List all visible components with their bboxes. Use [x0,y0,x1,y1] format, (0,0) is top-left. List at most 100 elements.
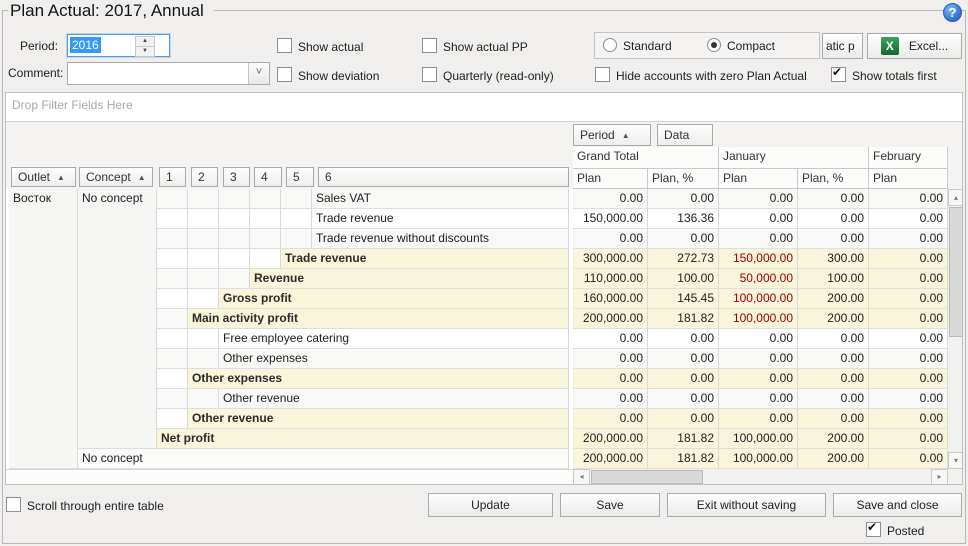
compact-radio[interactable]: Compact [707,38,775,53]
value-cell[interactable]: 0.00 [869,269,948,289]
value-cell[interactable]: 100.00 [648,269,719,289]
value-cell[interactable]: 0.00 [869,229,948,249]
value-cell[interactable]: 272.73 [648,249,719,269]
value-cell[interactable]: 0.00 [648,349,719,369]
posted-checkbox[interactable]: Posted [866,522,924,538]
comment-combobox[interactable]: ˅ [67,62,270,85]
value-cell[interactable]: 181.82 [648,429,719,449]
value-cell[interactable]: 200,000.00 [573,309,648,329]
value-cell[interactable]: 0.00 [573,229,648,249]
exit-without-saving-button[interactable]: Exit without saving [667,493,826,517]
vertical-scroll-thumb[interactable] [949,207,963,337]
value-cell[interactable]: 0.00 [719,409,798,429]
value-cell[interactable]: 0.00 [798,369,869,389]
value-cell[interactable]: 50,000.00 [719,269,798,289]
value-cell[interactable]: 0.00 [798,349,869,369]
column-header[interactable]: Plan [573,169,648,189]
level-field-button[interactable]: 6 [318,167,569,187]
checkbox-icon[interactable] [6,497,21,512]
column-header[interactable]: Plan, % [648,169,719,189]
value-cell[interactable]: 0.00 [573,189,648,209]
value-cell[interactable]: 300.00 [798,249,869,269]
value-cell[interactable]: 0.00 [719,229,798,249]
show-actual-pp-checkbox[interactable]: Show actual PP [422,38,528,54]
value-cell[interactable]: 300,000.00 [573,249,648,269]
checkbox-checked-icon[interactable] [866,522,881,537]
value-cell[interactable]: 0.00 [869,369,948,389]
clipped-auto-button[interactable]: atic p [822,33,863,59]
period-field-button[interactable]: Period▲ [573,124,651,146]
show-deviation-checkbox[interactable]: Show deviation [277,67,379,83]
value-cell[interactable]: 0.00 [798,229,869,249]
value-cell[interactable]: 0.00 [648,369,719,389]
level-field-button[interactable]: 2 [191,167,218,187]
horizontal-scrollbar[interactable]: ◂ ▸ [573,469,948,485]
checkbox-icon[interactable] [277,67,292,82]
value-cell[interactable]: 0.00 [798,329,869,349]
checkbox-icon[interactable] [277,38,292,53]
value-cell[interactable]: 0.00 [573,369,648,389]
value-cell[interactable]: 200,000.00 [573,429,648,449]
value-cell[interactable]: 0.00 [869,409,948,429]
concept-field-button[interactable]: Concept▲ [79,167,153,187]
save-button[interactable]: Save [560,493,660,517]
scroll-down-icon[interactable]: ▾ [948,452,963,469]
checkbox-icon[interactable] [595,67,610,82]
value-cell[interactable]: 0.00 [719,389,798,409]
level-field-button[interactable]: 5 [286,167,314,187]
value-cell[interactable]: 0.00 [573,349,648,369]
help-icon[interactable]: ? [943,3,962,22]
value-cell[interactable]: 136.36 [648,209,719,229]
value-cell[interactable]: 0.00 [648,329,719,349]
value-cell[interactable]: 0.00 [719,189,798,209]
column-header[interactable]: Plan [869,169,948,189]
radio-icon[interactable] [603,38,617,52]
period-spinner[interactable]: 2016 ▲ ▼ [67,34,170,57]
value-cell[interactable]: 0.00 [869,289,948,309]
value-cell[interactable]: 0.00 [798,189,869,209]
spin-up-icon[interactable]: ▲ [136,37,154,46]
checkbox-checked-icon[interactable] [831,67,846,82]
value-cell[interactable]: 0.00 [719,329,798,349]
value-cell[interactable]: 0.00 [869,329,948,349]
column-header[interactable]: Plan [719,169,798,189]
period-value[interactable]: 2016 [70,37,101,53]
spin-down-icon[interactable]: ▼ [136,46,154,56]
show-totals-first-checkbox[interactable]: Show totals first [831,67,937,83]
value-cell[interactable]: 0.00 [869,449,948,469]
show-actual-checkbox[interactable]: Show actual [277,38,363,54]
value-cell[interactable]: 0.00 [869,309,948,329]
value-cell[interactable]: 0.00 [648,409,719,429]
scroll-up-icon[interactable]: ▴ [948,189,963,206]
excel-export-button[interactable]: X Excel... [867,33,962,59]
vertical-scrollbar[interactable]: ▴ ▾ [948,189,963,469]
value-cell[interactable]: 181.82 [648,309,719,329]
value-cell[interactable]: 200.00 [798,449,869,469]
column-group-header[interactable]: Grand Total [573,147,719,169]
value-cell[interactable]: 145.45 [648,289,719,309]
value-cell[interactable]: 100,000.00 [719,309,798,329]
value-cell[interactable]: 0.00 [798,209,869,229]
value-cell[interactable]: 0.00 [719,349,798,369]
value-cell[interactable]: 0.00 [648,229,719,249]
scroll-right-icon[interactable]: ▸ [931,469,948,485]
hide-accounts-checkbox[interactable]: Hide accounts with zero Plan Actual [595,67,807,83]
chevron-down-icon[interactable]: ˅ [248,63,269,84]
value-cell[interactable]: 200,000.00 [573,449,648,469]
value-cell[interactable]: 200.00 [798,429,869,449]
value-cell[interactable]: 150,000.00 [573,209,648,229]
value-cell[interactable]: 0.00 [719,369,798,389]
spinner-buttons[interactable]: ▲ ▼ [135,36,155,57]
value-cell[interactable]: 0.00 [798,389,869,409]
level-field-button[interactable]: 1 [159,167,186,187]
column-group-header[interactable]: January [719,147,869,169]
value-cell[interactable]: 0.00 [573,329,648,349]
value-cell[interactable]: 0.00 [869,429,948,449]
horizontal-scroll-thumb[interactable] [591,470,703,484]
update-button[interactable]: Update [428,493,553,517]
quarterly-checkbox[interactable]: Quarterly (read-only) [422,67,554,83]
value-cell[interactable]: 0.00 [869,349,948,369]
scroll-entire-table-checkbox[interactable]: Scroll through entire table [6,497,164,513]
scroll-left-icon[interactable]: ◂ [573,469,590,485]
radio-selected-icon[interactable] [707,38,721,52]
